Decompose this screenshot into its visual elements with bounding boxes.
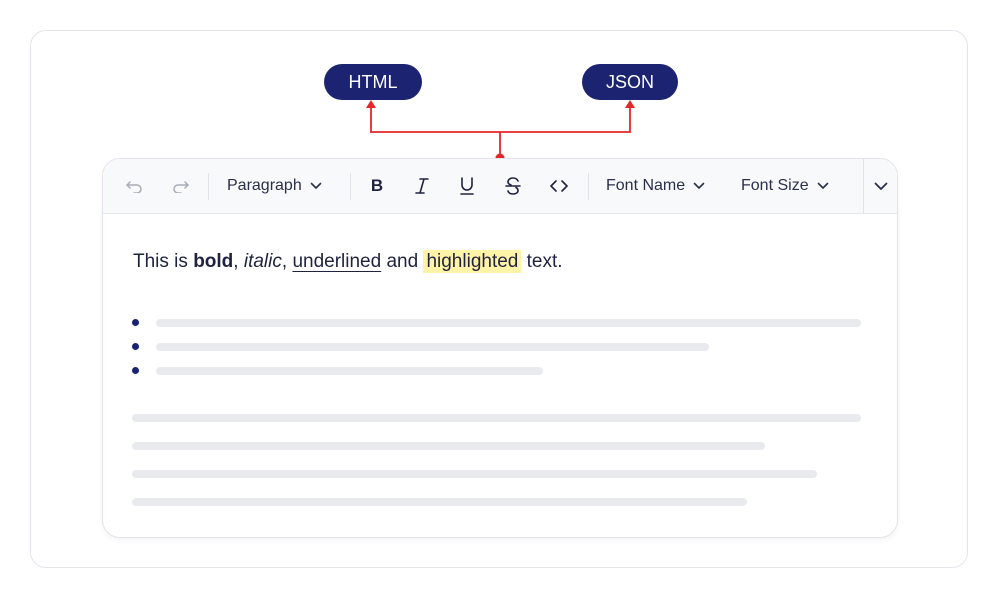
text-plain: , bbox=[233, 251, 244, 272]
font-size-dropdown[interactable]: Font Size bbox=[741, 159, 841, 213]
placeholder-line bbox=[132, 442, 765, 450]
code-icon bbox=[550, 180, 568, 192]
rich-text-editor: Paragraph B Font Name Font Size This is … bbox=[102, 158, 898, 538]
italic-button[interactable] bbox=[409, 159, 435, 213]
text-plain: This is bbox=[133, 251, 194, 272]
placeholder-line bbox=[156, 367, 543, 375]
chevron-down-icon bbox=[310, 182, 322, 189]
toolbar-separator bbox=[350, 173, 351, 200]
list-bullet bbox=[132, 343, 139, 350]
editor-toolbar: Paragraph B Font Name Font Size bbox=[103, 159, 897, 214]
underline-button[interactable] bbox=[454, 159, 480, 213]
undo-button[interactable] bbox=[121, 159, 149, 213]
underline-icon bbox=[460, 177, 474, 195]
placeholder-line bbox=[156, 319, 861, 327]
placeholder-line bbox=[132, 470, 817, 478]
text-plain: text. bbox=[521, 251, 563, 272]
toolbar-separator bbox=[208, 173, 209, 200]
font-size-label: Font Size bbox=[741, 177, 809, 194]
chevron-down-icon bbox=[817, 182, 828, 189]
editor-text-line[interactable]: This is bold, italic, underlined and hig… bbox=[133, 250, 563, 273]
list-bullet bbox=[132, 319, 139, 326]
block-format-label: Paragraph bbox=[227, 177, 302, 194]
font-name-dropdown[interactable]: Font Name bbox=[606, 159, 714, 213]
placeholder-line bbox=[132, 498, 747, 506]
strikethrough-button[interactable] bbox=[500, 159, 526, 213]
placeholder-line bbox=[132, 414, 861, 422]
bold-icon: B bbox=[370, 176, 384, 195]
redo-icon bbox=[173, 181, 189, 193]
redo-button[interactable] bbox=[166, 159, 194, 213]
chevron-down-icon bbox=[693, 182, 705, 189]
text-underlined: underlined bbox=[292, 251, 382, 272]
font-name-label: Font Name bbox=[606, 177, 686, 194]
undo-icon bbox=[126, 181, 142, 193]
italic-icon bbox=[415, 178, 429, 194]
text-plain: , bbox=[281, 251, 293, 272]
block-format-dropdown[interactable]: Paragraph bbox=[227, 159, 331, 213]
text-highlighted: highlighted bbox=[423, 250, 522, 273]
json-badge: JSON bbox=[582, 64, 678, 100]
toolbar-separator bbox=[588, 173, 589, 200]
html-badge: HTML bbox=[324, 64, 422, 100]
bold-button[interactable]: B bbox=[364, 159, 390, 213]
text-plain: and bbox=[381, 251, 424, 272]
text-italic: italic bbox=[243, 251, 282, 272]
placeholder-line bbox=[156, 343, 709, 351]
code-button[interactable] bbox=[545, 159, 573, 213]
text-bold: bold bbox=[193, 251, 234, 272]
strikethrough-icon bbox=[505, 177, 521, 195]
more-options-button[interactable] bbox=[863, 159, 897, 213]
list-bullet bbox=[132, 367, 139, 374]
chevron-down-icon bbox=[874, 182, 887, 190]
